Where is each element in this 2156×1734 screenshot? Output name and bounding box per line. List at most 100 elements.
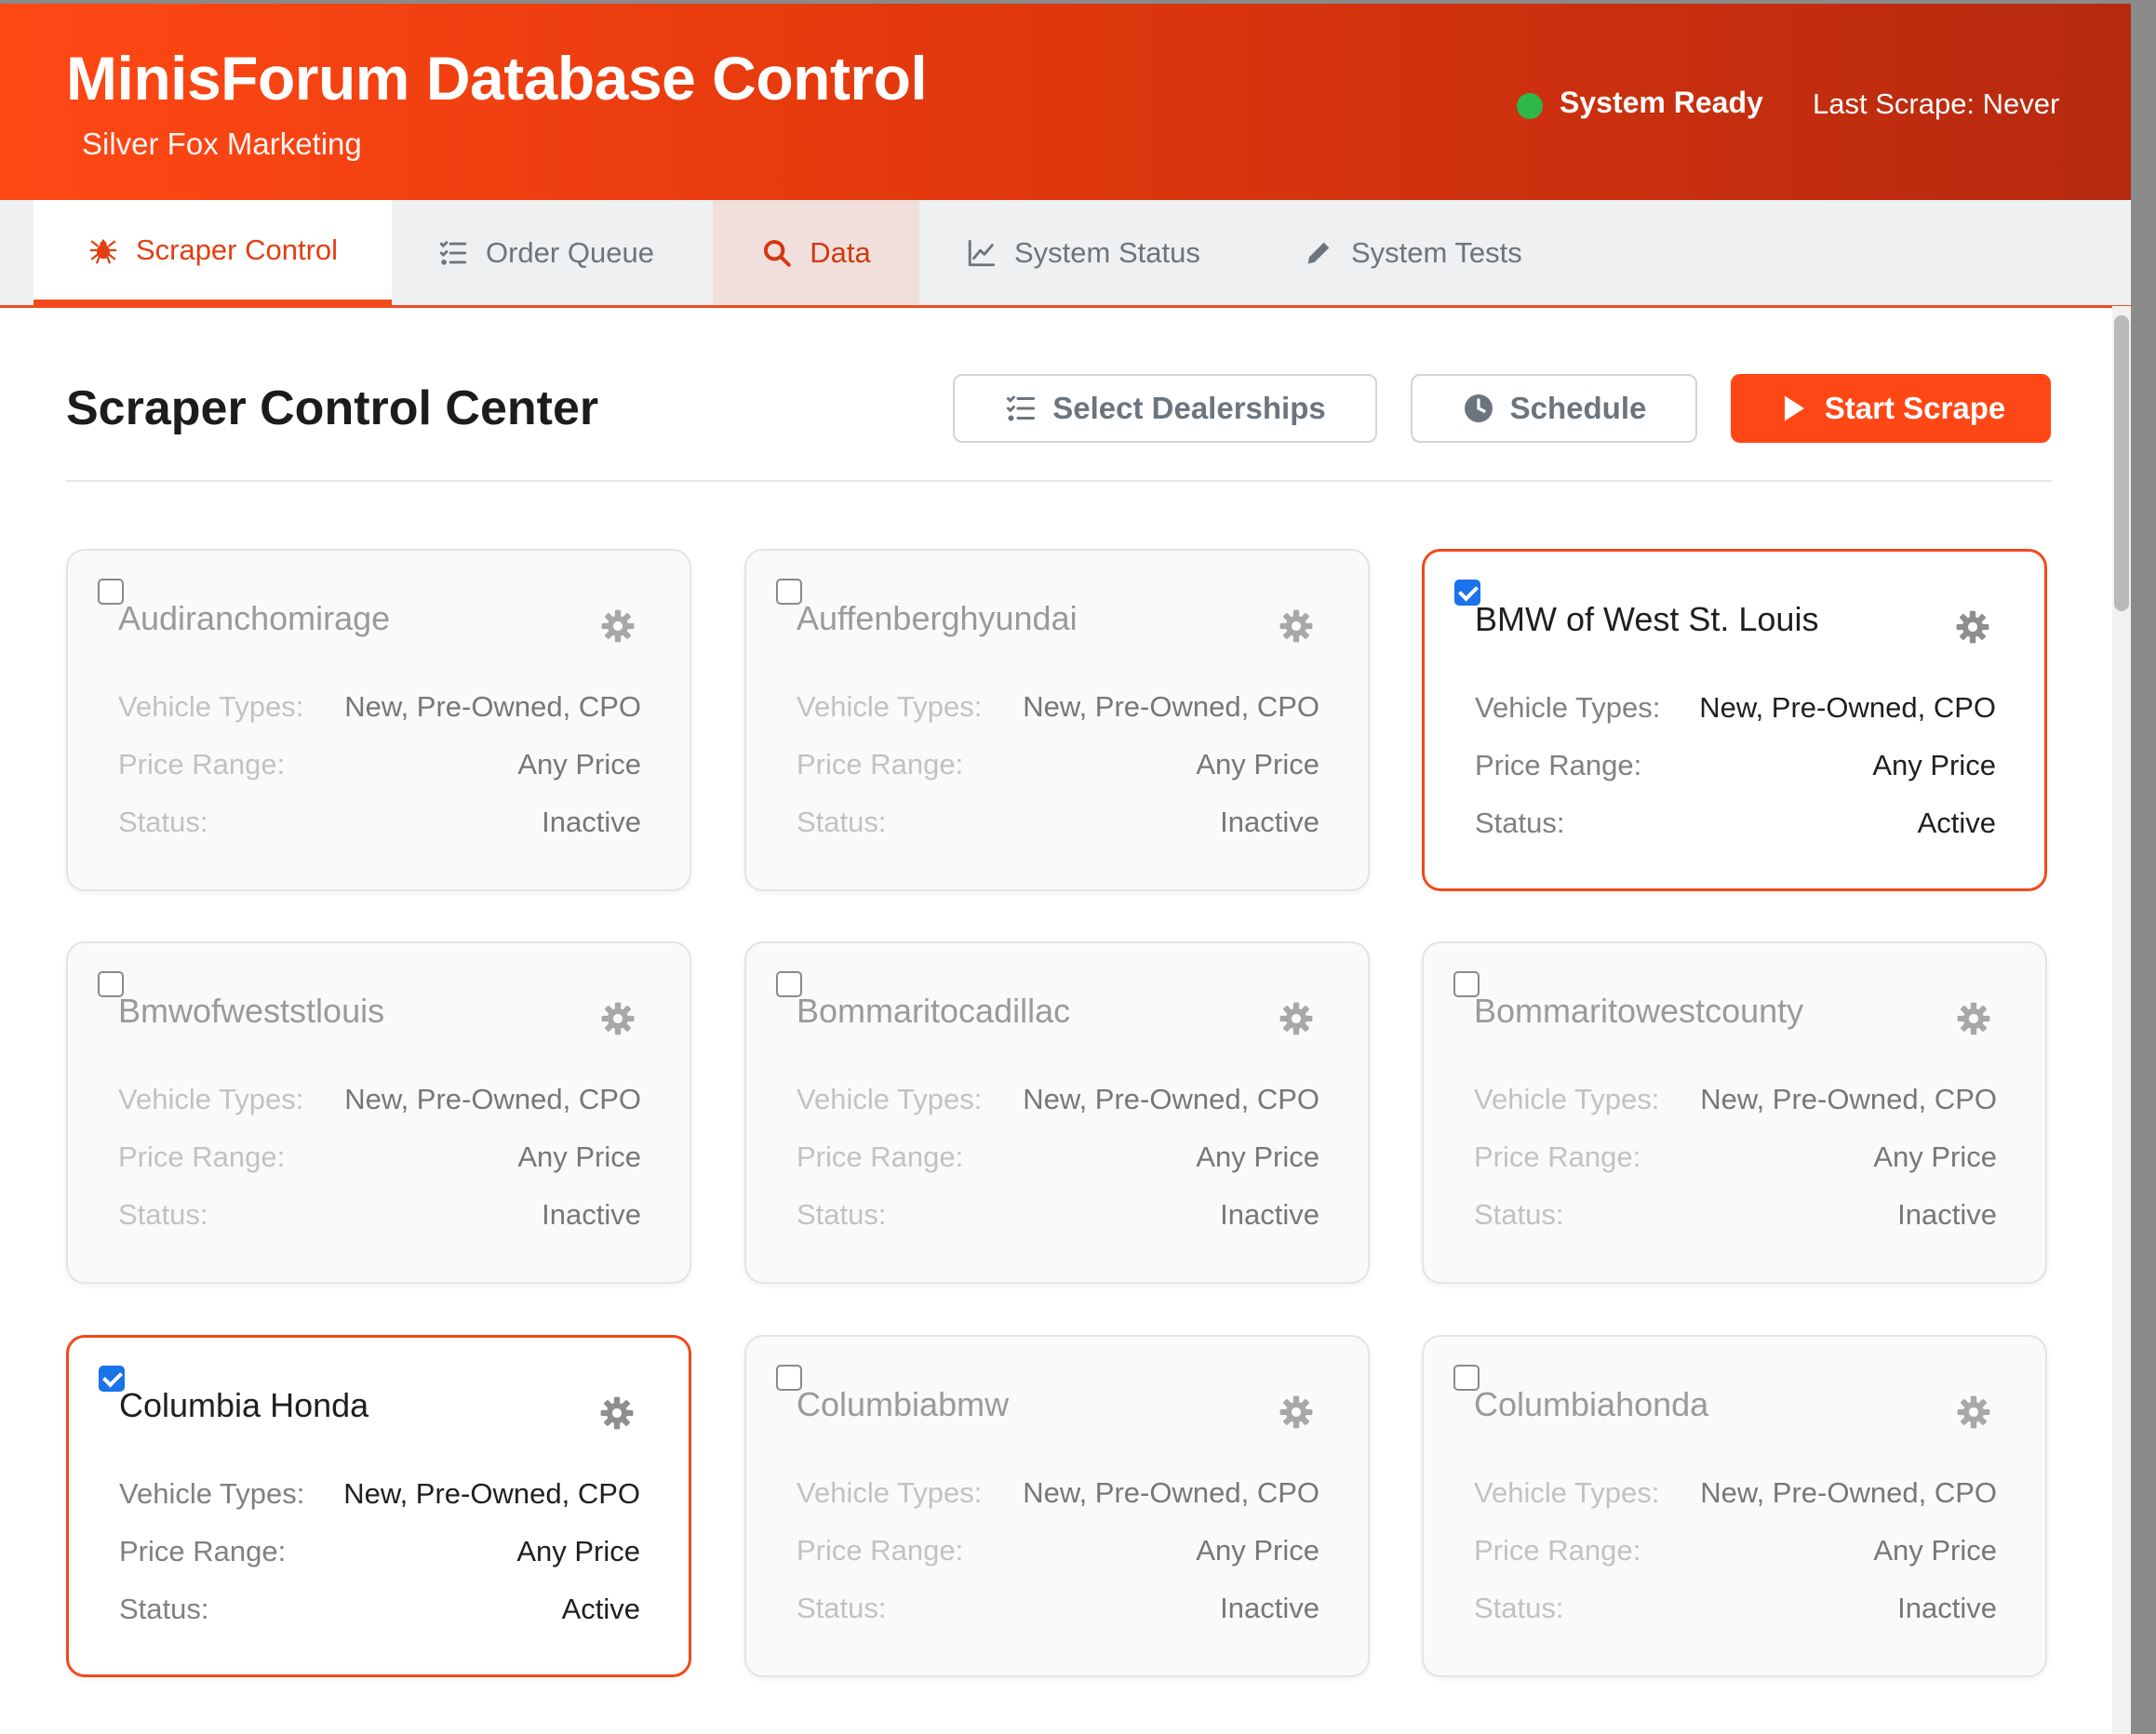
dealer-card[interactable]: Bmwofweststlouis Vehicle Types: New, Pre… <box>66 941 691 1284</box>
header-divider <box>66 480 2052 482</box>
dealer-name: Bmwofweststlouis <box>118 992 385 1030</box>
status-indicator-icon <box>1517 93 1543 119</box>
tab-data[interactable]: Data <box>713 200 919 305</box>
tab-scraper-control[interactable]: Scraper Control <box>33 200 392 305</box>
app-subtitle: Silver Fox Marketing <box>82 127 362 161</box>
list-check-icon <box>439 240 467 265</box>
tab-label: Order Queue <box>486 235 654 269</box>
price-range-label: Price Range: <box>118 748 286 780</box>
tab-label: System Tests <box>1351 235 1522 269</box>
vehicle-types-value: New, Pre-Owned, CPO <box>1700 1083 1997 1115</box>
status-label: Status: <box>1474 1198 1564 1231</box>
price-range-value: Any Price <box>1196 748 1319 780</box>
status-label: Status: <box>1475 807 1565 839</box>
gear-icon[interactable] <box>1956 1394 1991 1430</box>
status-value: Active <box>1917 807 1996 839</box>
schedule-button[interactable]: Schedule <box>1411 374 1697 443</box>
status-value: Inactive <box>1220 1592 1319 1624</box>
tab-label: Data <box>810 235 871 269</box>
dealer-name: Auffenberghyundai <box>797 599 1078 637</box>
vehicle-types-label: Vehicle Types: <box>119 1477 305 1510</box>
tab-label: Scraper Control <box>135 233 339 266</box>
gear-icon[interactable] <box>1956 1001 1991 1036</box>
button-label: Select Dealerships <box>1052 391 1326 425</box>
status-value: Inactive <box>542 806 641 838</box>
dealer-card[interactable]: Columbiabmw Vehicle Types: New, Pre-Owne… <box>744 1335 1370 1677</box>
price-range-label: Price Range: <box>1475 749 1642 781</box>
gear-icon[interactable] <box>1279 1001 1314 1036</box>
chart-line-icon <box>968 239 996 266</box>
status-label: Status: <box>797 806 887 838</box>
price-range-value: Any Price <box>1873 1140 1997 1173</box>
pencil-icon <box>1307 242 1330 263</box>
vehicle-types-label: Vehicle Types: <box>118 690 304 723</box>
vehicle-types-value: New, Pre-Owned, CPO <box>344 1083 641 1115</box>
vehicle-types-label: Vehicle Types: <box>797 1476 983 1509</box>
price-range-label: Price Range: <box>118 1140 286 1173</box>
app-title: MinisForum Database Control <box>66 44 928 113</box>
dealer-name: Columbia Honda <box>119 1386 369 1424</box>
vehicle-types-value: New, Pre-Owned, CPO <box>1700 1476 1997 1509</box>
tab-system-status[interactable]: System Status <box>966 200 1200 305</box>
dealer-name: BMW of West St. Louis <box>1475 600 1819 638</box>
start-scrape-button[interactable]: Start Scrape <box>1731 374 2051 443</box>
tab-order-queue[interactable]: Order Queue <box>437 200 654 305</box>
vehicle-types-value: New, Pre-Owned, CPO <box>344 690 641 723</box>
dealer-card[interactable]: Columbiahonda Vehicle Types: New, Pre-Ow… <box>1422 1335 2047 1677</box>
gear-icon[interactable] <box>1955 609 1990 645</box>
gear-icon[interactable] <box>599 1395 635 1431</box>
app-header: MinisForum Database Control Silver Fox M… <box>0 4 2131 200</box>
status-label: Status: <box>118 806 208 838</box>
tab-system-tests[interactable]: System Tests <box>1303 200 1522 305</box>
status-value: Inactive <box>1897 1592 1997 1624</box>
vehicle-types-value: New, Pre-Owned, CPO <box>343 1477 640 1510</box>
price-range-value: Any Price <box>1873 1534 1997 1567</box>
dealer-name: Bommaritocadillac <box>797 992 1071 1030</box>
status-label: Status: <box>119 1593 209 1625</box>
dealer-name: Audiranchomirage <box>118 599 391 637</box>
vehicle-types-label: Vehicle Types: <box>797 1083 983 1115</box>
price-range-label: Price Range: <box>797 748 964 780</box>
price-range-label: Price Range: <box>1474 1140 1641 1173</box>
vehicle-types-label: Vehicle Types: <box>1474 1476 1660 1509</box>
dealer-card[interactable]: Bommaritowestcounty Vehicle Types: New, … <box>1422 941 2047 1284</box>
status-label: Status: <box>1474 1592 1564 1624</box>
dealer-card[interactable]: Bommaritocadillac Vehicle Types: New, Pr… <box>744 941 1370 1284</box>
tab-bar: Scraper Control Order Queue Data System … <box>0 200 2131 308</box>
dealer-card[interactable]: Auffenberghyundai Vehicle Types: New, Pr… <box>744 549 1370 891</box>
vehicle-types-value: New, Pre-Owned, CPO <box>1023 1476 1319 1509</box>
scrollbar-thumb[interactable] <box>2114 315 2129 611</box>
price-range-value: Any Price <box>1196 1534 1319 1567</box>
price-range-value: Any Price <box>1872 749 1996 781</box>
vehicle-types-label: Vehicle Types: <box>797 690 983 723</box>
price-range-label: Price Range: <box>797 1140 964 1173</box>
gear-icon[interactable] <box>1279 1394 1314 1430</box>
vehicle-types-value: New, Pre-Owned, CPO <box>1699 691 1996 724</box>
vehicle-types-value: New, Pre-Owned, CPO <box>1023 1083 1319 1115</box>
gear-icon[interactable] <box>600 608 636 644</box>
select-dealerships-button[interactable]: Select Dealerships <box>953 374 1377 443</box>
button-label: Start Scrape <box>1824 391 2006 425</box>
gear-icon[interactable] <box>1279 608 1314 644</box>
price-range-label: Price Range: <box>1474 1534 1641 1567</box>
price-range-value: Any Price <box>517 748 641 780</box>
search-icon <box>764 239 791 267</box>
gear-icon[interactable] <box>600 1001 636 1036</box>
status-value: Active <box>561 1593 640 1625</box>
button-label: Schedule <box>1509 391 1647 425</box>
vehicle-types-label: Vehicle Types: <box>1475 691 1661 724</box>
last-scrape-text: Last Scrape: Never <box>1813 87 2060 120</box>
vehicle-types-label: Vehicle Types: <box>118 1083 304 1115</box>
dealer-card[interactable]: BMW of West St. Louis Vehicle Types: New… <box>1422 549 2047 891</box>
dealer-card[interactable]: Audiranchomirage Vehicle Types: New, Pre… <box>66 549 691 891</box>
status-label: Status: <box>118 1198 208 1231</box>
dealer-card[interactable]: Columbia Honda Vehicle Types: New, Pre-O… <box>66 1335 691 1677</box>
page-title: Scraper Control Center <box>66 381 599 435</box>
status-value: Inactive <box>1220 806 1319 838</box>
dealer-name: Columbiabmw <box>797 1385 1010 1423</box>
status-label: Status: <box>797 1592 887 1624</box>
vehicle-types-value: New, Pre-Owned, CPO <box>1023 690 1319 723</box>
price-range-value: Any Price <box>517 1140 641 1173</box>
tab-label: System Status <box>1014 235 1200 269</box>
dealer-name: Columbiahonda <box>1474 1385 1709 1423</box>
